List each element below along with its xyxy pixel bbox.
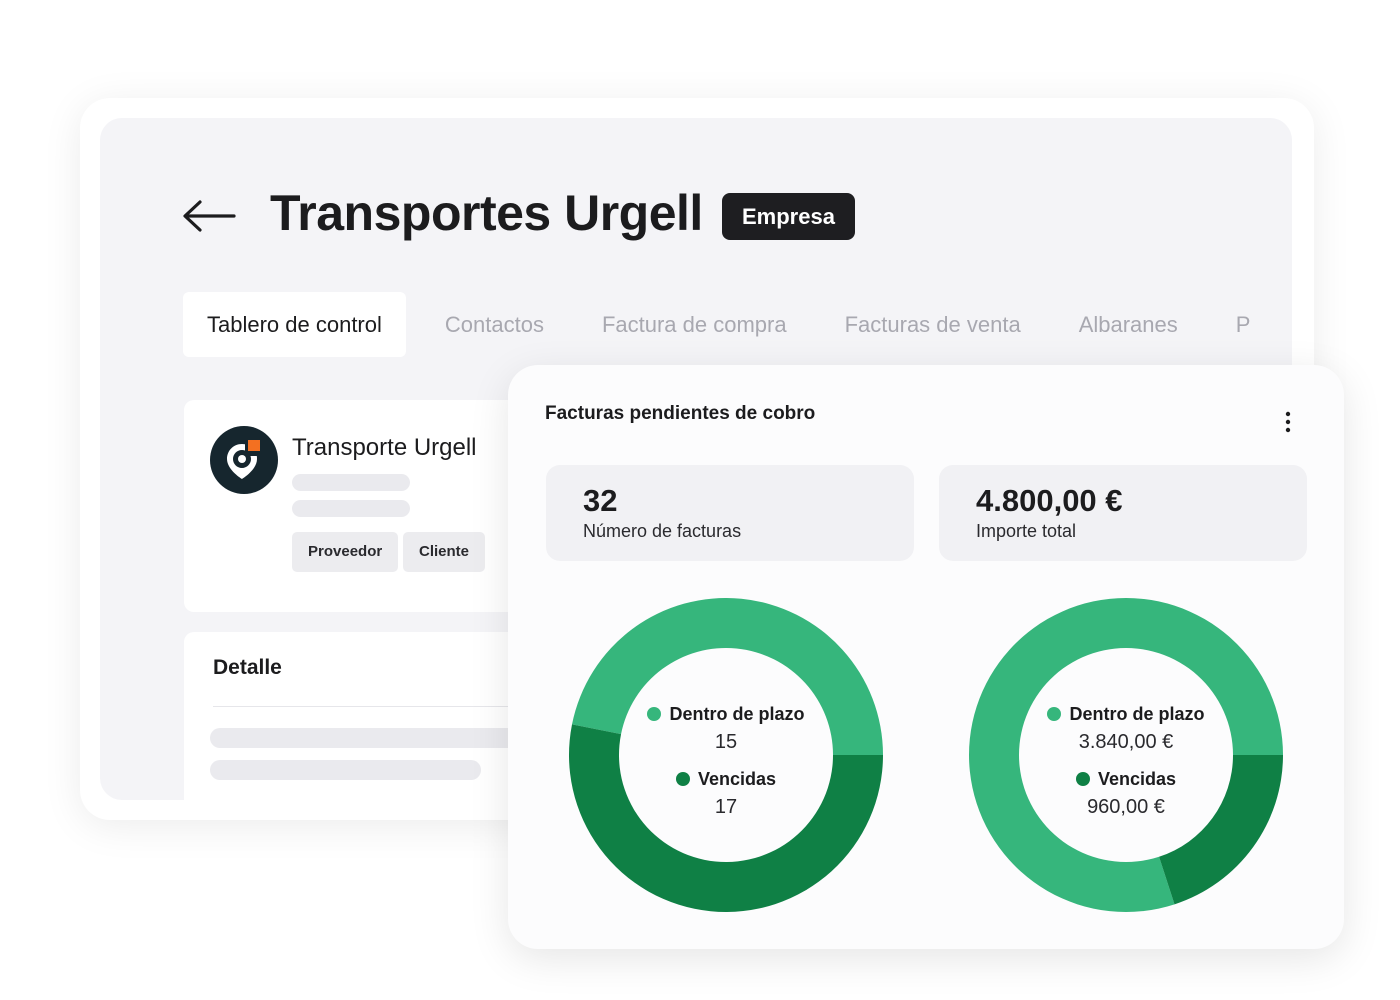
arrow-left-icon[interactable] [180,198,238,234]
legend-value: 3.840,00 € [1078,731,1174,753]
tab-bar: Tablero de control Contactos Factura de … [183,292,1279,357]
donut-chart-count: Dentro de plazo 15 Vencidas 17 [569,598,883,912]
tab-sales-invoices[interactable]: Facturas de venta [816,292,1050,357]
company-name: Transporte Urgell [292,434,477,461]
legend-overdue: Vencidas 17 [569,769,883,819]
tab-more[interactable]: P [1207,292,1280,357]
legend-label: Dentro de plazo [669,704,805,724]
donut-svg [969,598,1283,912]
legend-dot-in-term [647,707,662,721]
company-logo [210,426,278,494]
detail-title: Detalle [213,656,282,679]
placeholder-line [210,760,481,780]
tab-contacts[interactable]: Contactos [416,292,573,357]
company-type-badge: Empresa [722,193,855,240]
legend-in-term: Dentro de plazo 3.840,00 € [969,704,1283,754]
stat-value: 4.800,00 € [976,483,1123,518]
stat-label: Importe total [976,521,1077,541]
tab-delivery-notes[interactable]: Albaranes [1050,292,1207,357]
donut-svg [569,598,883,912]
legend-overdue: Vencidas 960,00 € [969,769,1283,819]
role-chip-supplier[interactable]: Proveedor [292,532,399,572]
role-chip-client[interactable]: Cliente [403,532,486,572]
legend-in-term: Dentro de plazo 15 [569,704,883,754]
legend-value: 17 [714,796,738,818]
pending-invoices-card: Facturas pendientes de cobro 32 Número d… [508,365,1344,949]
legend-dot-overdue [1075,772,1090,786]
legend-value: 960,00 € [1087,796,1165,818]
card-title: Facturas pendientes de cobro [545,403,816,424]
tab-dashboard[interactable]: Tablero de control [183,292,406,357]
placeholder-line [292,500,410,517]
page-title: Transportes Urgell [270,185,703,241]
legend-label: Vencidas [1097,769,1177,789]
stat-total-amount: 4.800,00 € Importe total [939,465,1307,561]
legend-dot-in-term [1047,707,1062,721]
location-pin-logo-icon [227,440,260,479]
legend-value: 15 [714,731,738,753]
stat-label: Número de facturas [583,521,742,541]
legend-dot-overdue [675,772,690,786]
legend-label: Dentro de plazo [1069,704,1205,724]
stat-invoice-count: 32 Número de facturas [546,465,914,561]
stat-value: 32 [583,483,618,518]
more-vertical-icon[interactable] [1280,411,1296,433]
legend-label: Vencidas [697,769,777,789]
tab-purchase-invoice[interactable]: Factura de compra [573,292,816,357]
placeholder-line [292,474,410,491]
donut-chart-amount: Dentro de plazo 3.840,00 € Vencidas 960,… [969,598,1283,912]
